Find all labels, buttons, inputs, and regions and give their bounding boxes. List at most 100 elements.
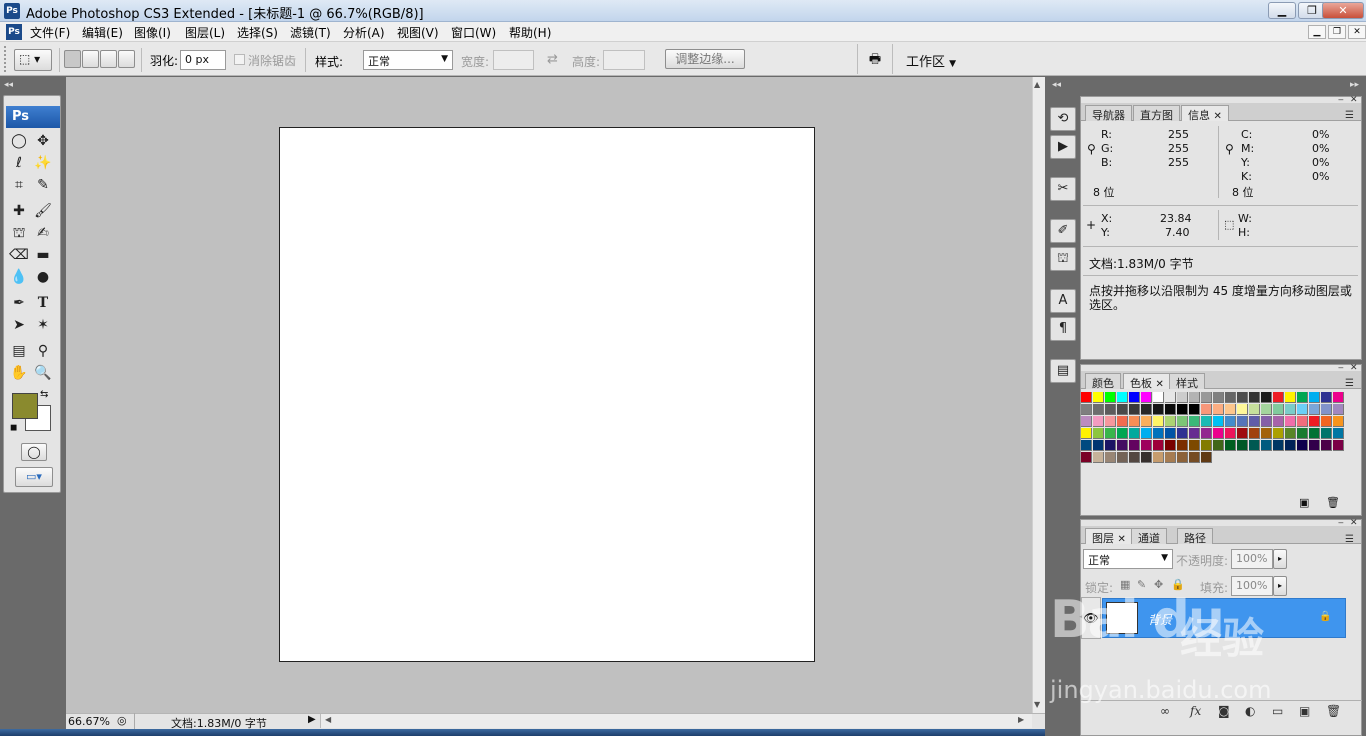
swatch[interactable] bbox=[1141, 392, 1152, 403]
swatch[interactable] bbox=[1309, 440, 1320, 451]
shape-tool-icon[interactable]: ✶ bbox=[32, 315, 54, 335]
screen-mode-icon[interactable]: ▭▾ bbox=[15, 467, 53, 487]
new-selection-icon[interactable] bbox=[64, 50, 81, 68]
swatch[interactable] bbox=[1249, 440, 1260, 451]
trash-icon[interactable]: 🗑 bbox=[1326, 704, 1341, 718]
swatch[interactable] bbox=[1285, 428, 1296, 439]
swatch[interactable] bbox=[1213, 428, 1224, 439]
tab-histogram[interactable]: 直方图 bbox=[1133, 105, 1180, 122]
swatch[interactable] bbox=[1117, 392, 1128, 403]
swatch[interactable] bbox=[1237, 416, 1248, 427]
menu-image[interactable]: 图像(I) bbox=[134, 24, 171, 41]
swatch[interactable] bbox=[1177, 404, 1188, 415]
swatch[interactable] bbox=[1165, 452, 1176, 463]
swatch[interactable] bbox=[1201, 404, 1212, 415]
swatch[interactable] bbox=[1213, 440, 1224, 451]
swatch[interactable] bbox=[1249, 404, 1260, 415]
intersect-selection-icon[interactable] bbox=[118, 50, 135, 68]
swatch[interactable] bbox=[1129, 404, 1140, 415]
swatch[interactable] bbox=[1141, 452, 1152, 463]
menu-file[interactable]: 文件(F) bbox=[30, 24, 70, 41]
menu-window[interactable]: 窗口(W) bbox=[451, 24, 496, 41]
opacity-slider-arrow-icon[interactable]: ▸ bbox=[1273, 549, 1287, 569]
swatch[interactable] bbox=[1261, 428, 1272, 439]
swatch[interactable] bbox=[1153, 416, 1164, 427]
layer-mask-icon[interactable]: ◙ bbox=[1218, 704, 1230, 718]
swatch[interactable] bbox=[1333, 428, 1344, 439]
swatch[interactable] bbox=[1333, 404, 1344, 415]
eyedropper-tool-icon[interactable]: ⚲ bbox=[32, 341, 54, 361]
swatch[interactable] bbox=[1273, 428, 1284, 439]
history-panel-icon[interactable]: ⟲ bbox=[1050, 107, 1076, 131]
swatch[interactable] bbox=[1285, 440, 1296, 451]
swatch[interactable] bbox=[1261, 440, 1272, 451]
swatch[interactable] bbox=[1177, 440, 1188, 451]
swatch[interactable] bbox=[1237, 392, 1248, 403]
trash-icon[interactable]: 🗑 bbox=[1326, 496, 1340, 509]
swatch[interactable] bbox=[1273, 392, 1284, 403]
brush-tool-icon[interactable]: 🖌 bbox=[32, 201, 54, 221]
swatch[interactable] bbox=[1273, 440, 1284, 451]
swatch[interactable] bbox=[1165, 428, 1176, 439]
scroll-left-icon[interactable]: ◀ bbox=[325, 715, 331, 724]
swatch[interactable] bbox=[1093, 416, 1104, 427]
swatch[interactable] bbox=[1105, 428, 1116, 439]
canvas[interactable] bbox=[279, 127, 815, 662]
marquee-tool-icon[interactable]: ◯ bbox=[8, 131, 30, 151]
swatch[interactable] bbox=[1297, 428, 1308, 439]
brushes-panel-icon[interactable]: ✐ bbox=[1050, 219, 1076, 243]
swatch[interactable] bbox=[1225, 404, 1236, 415]
swatch-grid[interactable] bbox=[1081, 392, 1345, 464]
blend-mode-select[interactable]: 正常 ▼ bbox=[1083, 549, 1173, 569]
fill-slider-arrow-icon[interactable]: ▸ bbox=[1273, 576, 1287, 596]
minimize-panel-icon[interactable]: ‒ bbox=[1338, 363, 1344, 373]
lasso-tool-icon[interactable]: ℓ bbox=[8, 153, 30, 173]
clone-source-panel-icon[interactable]: ⛫ bbox=[1050, 247, 1076, 271]
swatch[interactable] bbox=[1081, 440, 1092, 451]
feather-input[interactable]: 0 px bbox=[180, 50, 226, 70]
healing-brush-tool-icon[interactable]: ✚ bbox=[8, 201, 30, 221]
default-colors-icon[interactable]: ◼ bbox=[10, 423, 17, 433]
swatch[interactable] bbox=[1081, 392, 1092, 403]
swatch[interactable] bbox=[1177, 416, 1188, 427]
tab-styles[interactable]: 样式 bbox=[1169, 373, 1205, 390]
swatch[interactable] bbox=[1261, 404, 1272, 415]
status-icon[interactable]: ◎ bbox=[117, 714, 127, 727]
new-layer-icon[interactable]: ▣ bbox=[1299, 704, 1310, 718]
swatch[interactable] bbox=[1129, 428, 1140, 439]
bridge-icon[interactable]: 🖶 bbox=[864, 50, 886, 68]
tool-preset-picker[interactable]: ⬚ ▾ bbox=[14, 49, 52, 71]
swatch[interactable] bbox=[1189, 404, 1200, 415]
swatch[interactable] bbox=[1321, 404, 1332, 415]
swatch[interactable] bbox=[1141, 428, 1152, 439]
style-select[interactable]: 正常 ▼ bbox=[363, 50, 453, 70]
swatch[interactable] bbox=[1333, 392, 1344, 403]
swatch[interactable] bbox=[1081, 404, 1092, 415]
swatch[interactable] bbox=[1105, 392, 1116, 403]
swatch[interactable] bbox=[1333, 440, 1344, 451]
new-group-icon[interactable]: ▭ bbox=[1272, 704, 1283, 718]
swatch[interactable] bbox=[1249, 392, 1260, 403]
history-brush-tool-icon[interactable]: ✍ bbox=[32, 223, 54, 243]
swatch[interactable] bbox=[1165, 404, 1176, 415]
swatch[interactable] bbox=[1165, 416, 1176, 427]
swatch[interactable] bbox=[1285, 392, 1296, 403]
swatch[interactable] bbox=[1321, 416, 1332, 427]
swatch[interactable] bbox=[1093, 392, 1104, 403]
swatch[interactable] bbox=[1261, 392, 1272, 403]
tab-swatches[interactable]: 色板 ✕ bbox=[1123, 373, 1171, 390]
swatch[interactable] bbox=[1129, 392, 1140, 403]
expand-arrows-icon[interactable]: ▸▸ bbox=[1350, 80, 1359, 90]
foreground-color-swatch[interactable] bbox=[12, 393, 38, 419]
swatch[interactable] bbox=[1189, 452, 1200, 463]
swatch[interactable] bbox=[1201, 440, 1212, 451]
swatch[interactable] bbox=[1093, 428, 1104, 439]
close-icon[interactable]: ✕ bbox=[1214, 111, 1222, 122]
swatch[interactable] bbox=[1321, 392, 1332, 403]
vertical-scrollbar[interactable] bbox=[1032, 77, 1045, 713]
swatch[interactable] bbox=[1105, 404, 1116, 415]
subtract-selection-icon[interactable] bbox=[100, 50, 117, 68]
swatch[interactable] bbox=[1201, 428, 1212, 439]
tab-channels[interactable]: 通道 bbox=[1131, 528, 1167, 545]
scroll-up-icon[interactable]: ▲ bbox=[1034, 80, 1040, 89]
